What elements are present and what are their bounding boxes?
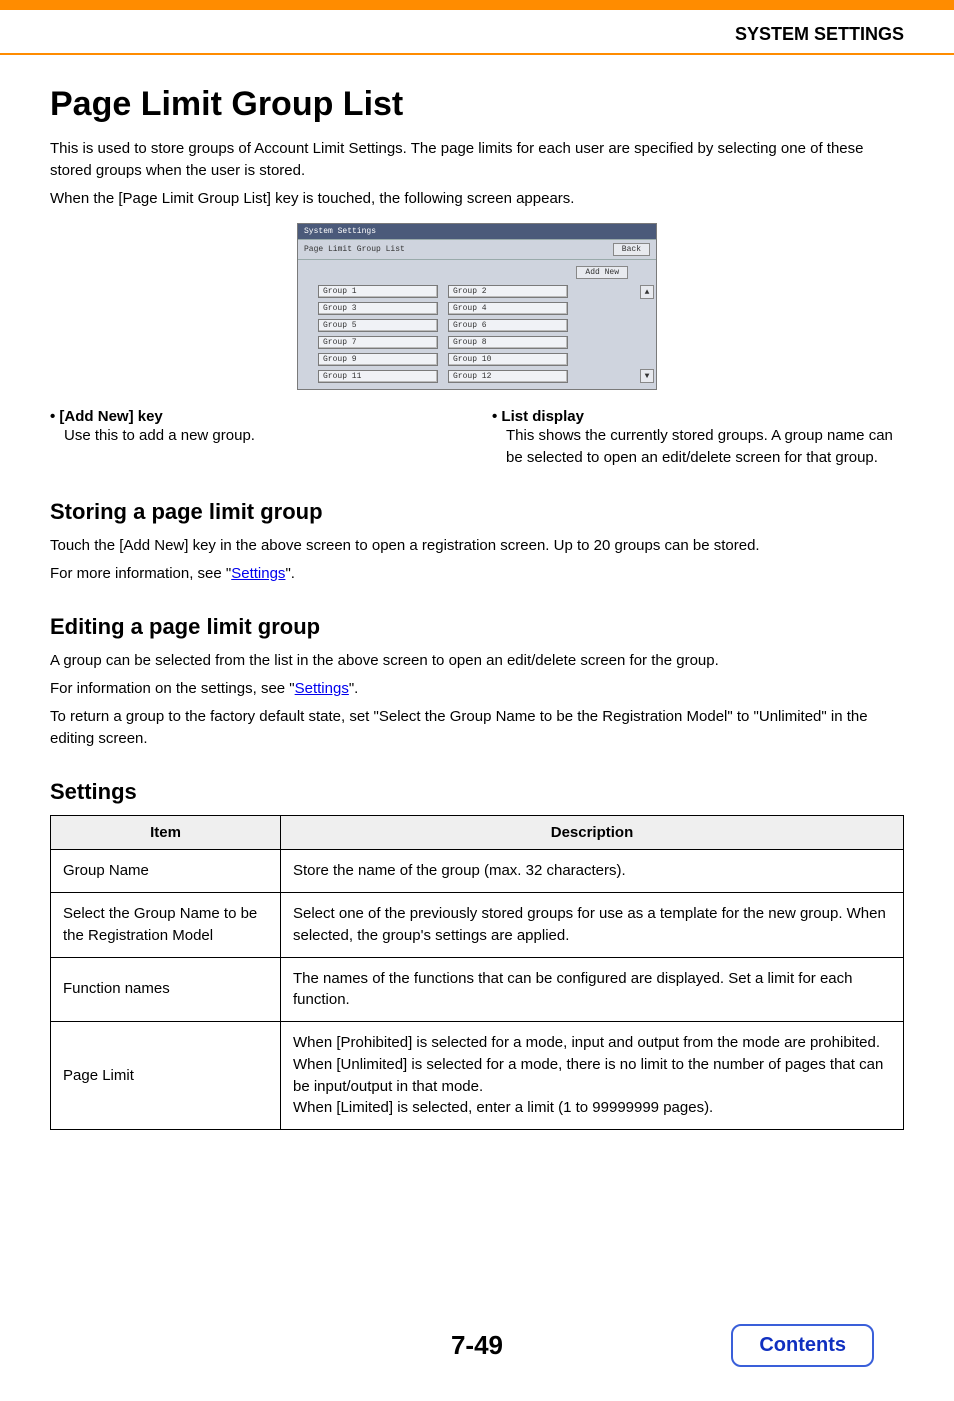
group-item[interactable]: Group 12 bbox=[448, 370, 568, 383]
table-row: Function names The names of the function… bbox=[51, 957, 904, 1022]
group-item[interactable]: Group 6 bbox=[448, 319, 568, 332]
col-item: Item bbox=[51, 816, 281, 850]
cell-item: Page Limit bbox=[51, 1022, 281, 1130]
settings-link[interactable]: Settings bbox=[295, 680, 349, 697]
scroll-up-icon[interactable]: ▲ bbox=[640, 285, 654, 299]
ui-subtitle: Page Limit Group List bbox=[304, 245, 405, 254]
ui-titlebar: System Settings bbox=[298, 224, 656, 239]
group-item[interactable]: Group 1 bbox=[318, 285, 438, 298]
contents-button[interactable]: Contents bbox=[731, 1324, 874, 1367]
group-item[interactable]: Group 7 bbox=[318, 336, 438, 349]
group-item[interactable]: Group 9 bbox=[318, 353, 438, 366]
editing-heading: Editing a page limit group bbox=[50, 614, 904, 640]
editing-p2: For information on the settings, see "Se… bbox=[50, 678, 904, 700]
cell-item: Function names bbox=[51, 957, 281, 1022]
page-title: Page Limit Group List bbox=[50, 85, 904, 124]
storing-heading: Storing a page limit group bbox=[50, 499, 904, 525]
editing-p3: To return a group to the factory default… bbox=[50, 706, 904, 750]
settings-heading: Settings bbox=[50, 779, 904, 805]
group-item[interactable]: Group 4 bbox=[448, 302, 568, 315]
editing-p2a: For information on the settings, see " bbox=[50, 680, 295, 697]
add-new-button[interactable]: Add New bbox=[576, 266, 628, 279]
bullet-add-new-text: Use this to add a new group. bbox=[64, 425, 462, 447]
back-button[interactable]: Back bbox=[613, 243, 650, 256]
cell-item: Group Name bbox=[51, 850, 281, 893]
scrollbar[interactable]: ▲ ▼ bbox=[640, 285, 654, 383]
storing-p1: Touch the [Add New] key in the above scr… bbox=[50, 535, 904, 557]
col-desc: Description bbox=[281, 816, 904, 850]
bullet-list-display-head: • List display bbox=[492, 408, 904, 425]
cell-desc: Store the name of the group (max. 32 cha… bbox=[281, 850, 904, 893]
settings-table: Item Description Group Name Store the na… bbox=[50, 815, 904, 1130]
table-row: Select the Group Name to be the Registra… bbox=[51, 893, 904, 958]
settings-link[interactable]: Settings bbox=[231, 565, 285, 582]
storing-p2: For more information, see "Settings". bbox=[50, 563, 904, 585]
embedded-ui-panel: System Settings Page Limit Group List Ba… bbox=[297, 223, 657, 390]
group-item[interactable]: Group 11 bbox=[318, 370, 438, 383]
cell-desc: Select one of the previously stored grou… bbox=[281, 893, 904, 958]
table-row: Page Limit When [Prohibited] is selected… bbox=[51, 1022, 904, 1130]
cell-item: Select the Group Name to be the Registra… bbox=[51, 893, 281, 958]
storing-p2a: For more information, see " bbox=[50, 565, 231, 582]
scroll-down-icon[interactable]: ▼ bbox=[640, 369, 654, 383]
bullet-add-new-head: • [Add New] key bbox=[50, 408, 462, 425]
cell-desc: When [Prohibited] is selected for a mode… bbox=[281, 1022, 904, 1130]
section-header: SYSTEM SETTINGS bbox=[0, 10, 954, 55]
top-accent-bar bbox=[0, 0, 954, 10]
editing-p1: A group can be selected from the list in… bbox=[50, 650, 904, 672]
group-item[interactable]: Group 2 bbox=[448, 285, 568, 298]
storing-p2b: ". bbox=[285, 565, 295, 582]
table-row: Group Name Store the name of the group (… bbox=[51, 850, 904, 893]
bullet-list-display-text: This shows the currently stored groups. … bbox=[506, 425, 904, 469]
page-number: 7-49 bbox=[451, 1330, 503, 1360]
editing-p2b: ". bbox=[349, 680, 359, 697]
intro-paragraph-1: This is used to store groups of Account … bbox=[50, 138, 904, 182]
group-item[interactable]: Group 10 bbox=[448, 353, 568, 366]
intro-paragraph-2: When the [Page Limit Group List] key is … bbox=[50, 188, 904, 210]
group-item[interactable]: Group 3 bbox=[318, 302, 438, 315]
cell-desc: The names of the functions that can be c… bbox=[281, 957, 904, 1022]
group-item[interactable]: Group 8 bbox=[448, 336, 568, 349]
group-item[interactable]: Group 5 bbox=[318, 319, 438, 332]
